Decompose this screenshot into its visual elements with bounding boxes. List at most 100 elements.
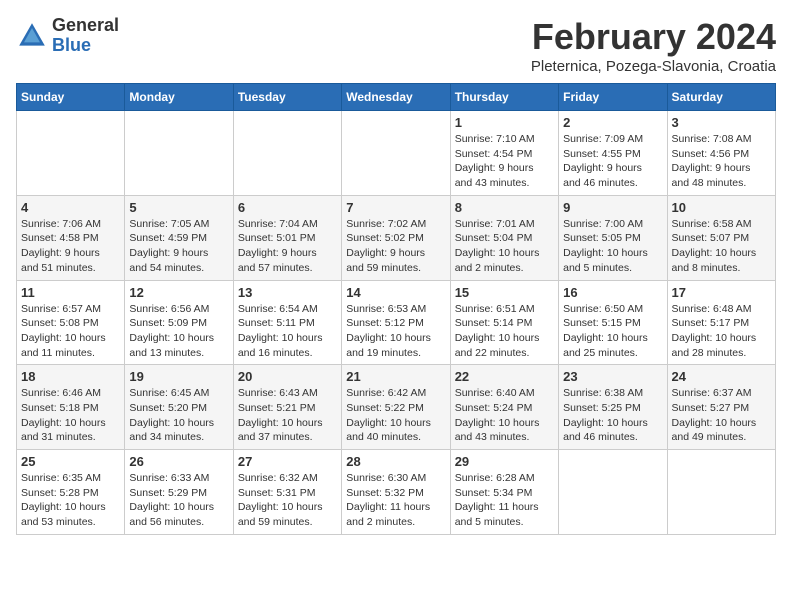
- day-detail: Sunrise: 6:43 AM Sunset: 5:21 PM Dayligh…: [238, 386, 337, 445]
- day-detail: Sunrise: 7:04 AM Sunset: 5:01 PM Dayligh…: [238, 217, 337, 276]
- calendar-cell: 8 Sunrise: 7:01 AM Sunset: 5:04 PM Daylig…: [450, 195, 558, 280]
- day-number: 1: [455, 115, 554, 130]
- weekday-header-row: SundayMondayTuesdayWednesdayThursdayFrid…: [17, 84, 776, 111]
- weekday-header-sunday: Sunday: [17, 84, 125, 111]
- day-detail: Sunrise: 6:53 AM Sunset: 5:12 PM Dayligh…: [346, 302, 445, 361]
- day-detail: Sunrise: 6:54 AM Sunset: 5:11 PM Dayligh…: [238, 302, 337, 361]
- header-area: General Blue February 2024 Pleternica, P…: [16, 16, 776, 75]
- calendar-cell: 3Sunrise: 7:08 AM Sunset: 4:56 PM Daylig…: [667, 111, 775, 196]
- weekday-header-tuesday: Tuesday: [233, 84, 341, 111]
- calendar-cell: [559, 450, 667, 535]
- day-detail: Sunrise: 7:09 AM Sunset: 4:55 PM Dayligh…: [563, 132, 662, 191]
- day-detail: Sunrise: 6:35 AM Sunset: 5:28 PM Dayligh…: [21, 471, 120, 530]
- day-number: 20: [238, 369, 337, 384]
- day-number: 11: [21, 285, 120, 300]
- day-number: 22: [455, 369, 554, 384]
- calendar-cell: [125, 111, 233, 196]
- day-number: 14: [346, 285, 445, 300]
- day-detail: Sunrise: 6:48 AM Sunset: 5:17 PM Dayligh…: [672, 302, 771, 361]
- calendar-cell: 4Sunrise: 7:06 AM Sunset: 4:58 PM Daylig…: [17, 195, 125, 280]
- calendar-cell: 2 Sunrise: 7:09 AM Sunset: 4:55 PM Daylig…: [559, 111, 667, 196]
- calendar-cell: [667, 450, 775, 535]
- day-number: 29: [455, 454, 554, 469]
- day-number: 5: [129, 200, 228, 215]
- calendar-cell: 7Sunrise: 7:02 AM Sunset: 5:02 PM Daylig…: [342, 195, 450, 280]
- logo-general-text: General: [52, 16, 119, 36]
- calendar-cell: 23 Sunrise: 6:38 AM Sunset: 5:25 PM Dayli…: [559, 365, 667, 450]
- weekday-header-friday: Friday: [559, 84, 667, 111]
- day-number: 16: [563, 285, 662, 300]
- calendar-cell: 17Sunrise: 6:48 AM Sunset: 5:17 PM Dayli…: [667, 280, 775, 365]
- day-number: 24: [672, 369, 771, 384]
- day-number: 4: [21, 200, 120, 215]
- day-detail: Sunrise: 6:46 AM Sunset: 5:18 PM Dayligh…: [21, 386, 120, 445]
- calendar-cell: 25 Sunrise: 6:35 AM Sunset: 5:28 PM Dayli…: [17, 450, 125, 535]
- day-number: 27: [238, 454, 337, 469]
- day-detail: Sunrise: 6:42 AM Sunset: 5:22 PM Dayligh…: [346, 386, 445, 445]
- calendar-cell: 29 Sunrise: 6:28 AM Sunset: 5:34 PM Dayli…: [450, 450, 558, 535]
- location-subtitle: Pleternica, Pozega-Slavonia, Croatia: [531, 58, 776, 75]
- calendar-cell: 6 Sunrise: 7:04 AM Sunset: 5:01 PM Daylig…: [233, 195, 341, 280]
- calendar-cell: 26 Sunrise: 6:33 AM Sunset: 5:29 PM Dayli…: [125, 450, 233, 535]
- day-detail: Sunrise: 6:32 AM Sunset: 5:31 PM Dayligh…: [238, 471, 337, 530]
- day-number: 18: [21, 369, 120, 384]
- calendar-cell: 5 Sunrise: 7:05 AM Sunset: 4:59 PM Daylig…: [125, 195, 233, 280]
- calendar-week-row: 25 Sunrise: 6:35 AM Sunset: 5:28 PM Dayli…: [17, 450, 776, 535]
- day-number: 13: [238, 285, 337, 300]
- day-number: 28: [346, 454, 445, 469]
- day-number: 8: [455, 200, 554, 215]
- weekday-header-thursday: Thursday: [450, 84, 558, 111]
- day-number: 19: [129, 369, 228, 384]
- calendar-table: SundayMondayTuesdayWednesdayThursdayFrid…: [16, 83, 776, 535]
- calendar-week-row: 18 Sunrise: 6:46 AM Sunset: 5:18 PM Dayli…: [17, 365, 776, 450]
- day-detail: Sunrise: 6:45 AM Sunset: 5:20 PM Dayligh…: [129, 386, 228, 445]
- day-detail: Sunrise: 7:05 AM Sunset: 4:59 PM Dayligh…: [129, 217, 228, 276]
- calendar-cell: 22 Sunrise: 6:40 AM Sunset: 5:24 PM Dayli…: [450, 365, 558, 450]
- day-number: 10: [672, 200, 771, 215]
- weekday-header-saturday: Saturday: [667, 84, 775, 111]
- calendar-cell: 18 Sunrise: 6:46 AM Sunset: 5:18 PM Dayli…: [17, 365, 125, 450]
- day-detail: Sunrise: 6:50 AM Sunset: 5:15 PM Dayligh…: [563, 302, 662, 361]
- day-number: 12: [129, 285, 228, 300]
- calendar-cell: 28 Sunrise: 6:30 AM Sunset: 5:32 PM Dayli…: [342, 450, 450, 535]
- day-detail: Sunrise: 7:00 AM Sunset: 5:05 PM Dayligh…: [563, 217, 662, 276]
- calendar-cell: 20 Sunrise: 6:43 AM Sunset: 5:21 PM Dayli…: [233, 365, 341, 450]
- weekday-header-monday: Monday: [125, 84, 233, 111]
- day-detail: Sunrise: 6:28 AM Sunset: 5:34 PM Dayligh…: [455, 471, 554, 530]
- day-detail: Sunrise: 6:38 AM Sunset: 5:25 PM Dayligh…: [563, 386, 662, 445]
- day-number: 2: [563, 115, 662, 130]
- day-detail: Sunrise: 7:02 AM Sunset: 5:02 PM Dayligh…: [346, 217, 445, 276]
- day-detail: Sunrise: 6:33 AM Sunset: 5:29 PM Dayligh…: [129, 471, 228, 530]
- day-detail: Sunrise: 6:30 AM Sunset: 5:32 PM Dayligh…: [346, 471, 445, 530]
- calendar-cell: 19 Sunrise: 6:45 AM Sunset: 5:20 PM Dayli…: [125, 365, 233, 450]
- calendar-cell: [342, 111, 450, 196]
- calendar-cell: 21 Sunrise: 6:42 AM Sunset: 5:22 PM Dayli…: [342, 365, 450, 450]
- day-detail: Sunrise: 6:37 AM Sunset: 5:27 PM Dayligh…: [672, 386, 771, 445]
- calendar-cell: 11Sunrise: 6:57 AM Sunset: 5:08 PM Dayli…: [17, 280, 125, 365]
- weekday-header-wednesday: Wednesday: [342, 84, 450, 111]
- calendar-cell: 9Sunrise: 7:00 AM Sunset: 5:05 PM Daylig…: [559, 195, 667, 280]
- calendar-cell: 10 Sunrise: 6:58 AM Sunset: 5:07 PM Dayli…: [667, 195, 775, 280]
- title-area: February 2024 Pleternica, Pozega-Slavoni…: [531, 16, 776, 75]
- calendar-cell: 16 Sunrise: 6:50 AM Sunset: 5:15 PM Dayli…: [559, 280, 667, 365]
- day-number: 3: [672, 115, 771, 130]
- day-detail: Sunrise: 7:10 AM Sunset: 4:54 PM Dayligh…: [455, 132, 554, 191]
- logo-icon: [16, 20, 48, 52]
- day-detail: Sunrise: 7:01 AM Sunset: 5:04 PM Dayligh…: [455, 217, 554, 276]
- day-number: 26: [129, 454, 228, 469]
- logo-blue-text: Blue: [52, 36, 119, 56]
- calendar-cell: [17, 111, 125, 196]
- day-detail: Sunrise: 6:40 AM Sunset: 5:24 PM Dayligh…: [455, 386, 554, 445]
- day-detail: Sunrise: 6:51 AM Sunset: 5:14 PM Dayligh…: [455, 302, 554, 361]
- day-number: 25: [21, 454, 120, 469]
- calendar-week-row: 11Sunrise: 6:57 AM Sunset: 5:08 PM Dayli…: [17, 280, 776, 365]
- calendar-cell: 1 Sunrise: 7:10 AM Sunset: 4:54 PM Daylig…: [450, 111, 558, 196]
- day-number: 23: [563, 369, 662, 384]
- day-number: 15: [455, 285, 554, 300]
- calendar-cell: 13 Sunrise: 6:54 AM Sunset: 5:11 PM Dayli…: [233, 280, 341, 365]
- calendar-cell: 27 Sunrise: 6:32 AM Sunset: 5:31 PM Dayli…: [233, 450, 341, 535]
- day-number: 6: [238, 200, 337, 215]
- day-number: 21: [346, 369, 445, 384]
- day-detail: Sunrise: 6:58 AM Sunset: 5:07 PM Dayligh…: [672, 217, 771, 276]
- logo: General Blue: [16, 16, 119, 56]
